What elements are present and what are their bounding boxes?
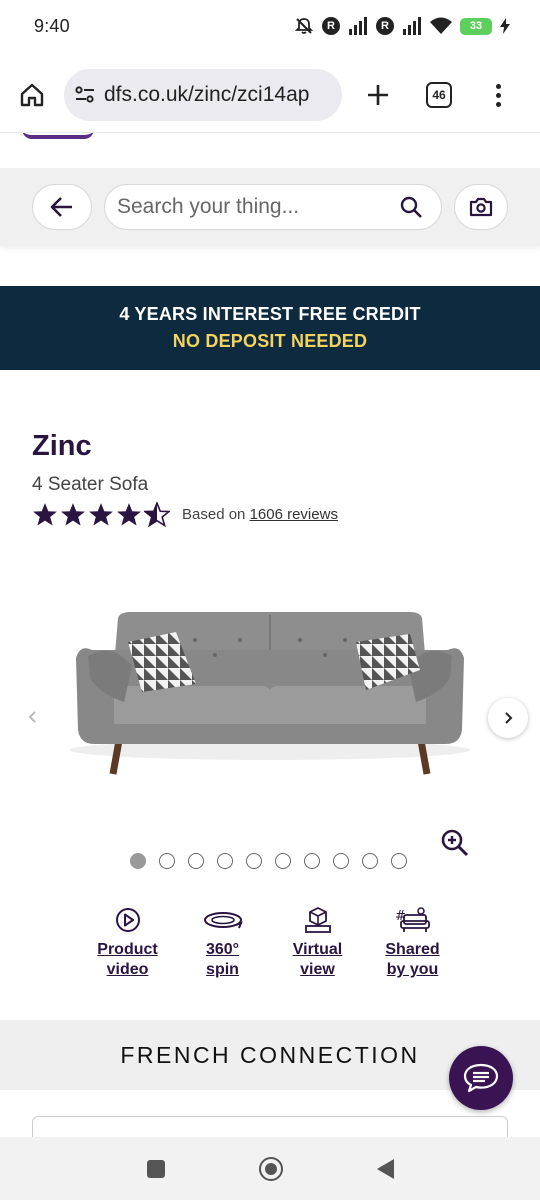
half-star-icon bbox=[144, 502, 170, 527]
play-circle-icon bbox=[114, 904, 142, 936]
gallery-dot[interactable] bbox=[333, 853, 349, 869]
system-nav-bar bbox=[0, 1137, 540, 1200]
gallery-dot[interactable] bbox=[217, 853, 233, 869]
home-circle-icon[interactable] bbox=[258, 1156, 283, 1181]
search-input[interactable]: Search your thing... bbox=[104, 184, 442, 230]
chevron-left-icon bbox=[28, 711, 36, 723]
new-tab-button[interactable] bbox=[360, 77, 396, 113]
plus-icon bbox=[368, 85, 388, 105]
tabs-icon[interactable]: 46 bbox=[426, 82, 452, 108]
shared-sofa-icon: # bbox=[395, 904, 431, 936]
browser-toolbar: dfs.co.uk/zinc/zci14ap 46 bbox=[0, 60, 540, 130]
reviews-link[interactable]: 1606 reviews bbox=[250, 506, 338, 523]
star-icon bbox=[89, 503, 113, 526]
dfs-logo[interactable] bbox=[22, 133, 94, 139]
r-badge-icon: R bbox=[376, 17, 394, 35]
gallery-dot[interactable] bbox=[246, 853, 262, 869]
gallery-prev-button[interactable] bbox=[14, 698, 52, 736]
rating-row: Based on 1606 reviews bbox=[32, 502, 338, 527]
chat-icon bbox=[463, 1063, 499, 1093]
status-bar: 9:40 R R 33 bbox=[0, 0, 540, 52]
spin-360-link[interactable]: 360° spin bbox=[175, 904, 270, 980]
brand-name: FRENCH CONNECTION bbox=[120, 1041, 420, 1068]
rotate-360-icon bbox=[202, 904, 244, 936]
gallery-dot[interactable] bbox=[275, 853, 291, 869]
product-subtitle: 4 Seater Sofa bbox=[32, 474, 149, 495]
back-arrow-icon bbox=[50, 197, 72, 217]
chat-button[interactable] bbox=[449, 1046, 513, 1110]
star-icon bbox=[33, 503, 57, 526]
search-band: Search your thing... bbox=[0, 168, 540, 246]
back-button[interactable] bbox=[32, 184, 92, 230]
battery-level: 33 bbox=[460, 17, 492, 35]
star-icon bbox=[117, 503, 141, 526]
status-icons: R R 33 bbox=[294, 16, 510, 36]
promo-banner[interactable]: 4 YEARS INTEREST FREE CREDIT NO DEPOSIT … bbox=[0, 286, 540, 370]
media-feature-links: Product video 360° spin Virtual view # Shar… bbox=[80, 904, 460, 980]
promo-line2: NO DEPOSIT NEEDED bbox=[172, 331, 368, 351]
promo-line1: 4 YEARS INTEREST FREE CREDIT bbox=[119, 304, 421, 324]
zoom-button[interactable] bbox=[438, 826, 472, 860]
rating-text: Based on 1606 reviews bbox=[182, 506, 338, 523]
feature-label: Shared by you bbox=[385, 941, 440, 978]
gallery-dot[interactable] bbox=[362, 853, 378, 869]
gallery-dot[interactable] bbox=[159, 853, 175, 869]
feature-label: Product video bbox=[97, 941, 158, 978]
address-bar[interactable]: dfs.co.uk/zinc/zci14ap bbox=[64, 69, 342, 121]
search-placeholder: Search your thing... bbox=[117, 195, 300, 218]
site-settings-icon bbox=[75, 86, 94, 103]
tab-count: 46 bbox=[432, 88, 446, 102]
virtual-view-link[interactable]: Virtual view bbox=[270, 904, 365, 980]
battery-icon: 33 bbox=[460, 17, 492, 35]
home-button[interactable] bbox=[14, 77, 50, 113]
product-video-link[interactable]: Product video bbox=[80, 904, 175, 980]
product-gallery[interactable] bbox=[0, 560, 540, 860]
recents-icon[interactable] bbox=[146, 1159, 165, 1178]
more-vert-icon[interactable] bbox=[488, 77, 508, 113]
sofa-image bbox=[70, 612, 470, 775]
feature-label: Virtual view bbox=[292, 941, 343, 978]
gallery-dot[interactable] bbox=[304, 853, 320, 869]
gallery-dot[interactable] bbox=[130, 853, 146, 869]
camera-search-button[interactable] bbox=[454, 184, 508, 230]
camera-icon bbox=[469, 197, 493, 217]
feature-label: 360° spin bbox=[205, 941, 240, 978]
chevron-right-icon bbox=[505, 712, 513, 724]
rating-stars bbox=[32, 502, 170, 527]
charging-icon bbox=[500, 18, 510, 34]
url-text: dfs.co.uk/zinc/zci14ap bbox=[104, 83, 310, 106]
home-icon bbox=[20, 83, 44, 107]
shared-by-you-link[interactable]: # Shared by you bbox=[365, 904, 460, 980]
gallery-dot[interactable] bbox=[188, 853, 204, 869]
star-icon bbox=[61, 503, 85, 526]
gallery-pagination bbox=[130, 853, 407, 869]
back-triangle-icon[interactable] bbox=[376, 1158, 394, 1179]
mute-icon bbox=[294, 16, 314, 36]
site-header bbox=[0, 132, 540, 168]
virtual-view-icon bbox=[303, 904, 333, 936]
product-title: Zinc bbox=[32, 430, 92, 462]
r-badge-icon: R bbox=[322, 17, 340, 35]
status-time: 9:40 bbox=[34, 15, 70, 36]
signal-icon bbox=[348, 17, 368, 35]
gallery-next-button[interactable] bbox=[488, 698, 528, 738]
search-icon[interactable] bbox=[399, 195, 423, 219]
zoom-in-icon bbox=[441, 829, 469, 857]
rating-prefix: Based on bbox=[182, 506, 250, 523]
gallery-dot[interactable] bbox=[391, 853, 407, 869]
wifi-icon bbox=[430, 17, 452, 35]
signal-icon bbox=[402, 17, 422, 35]
